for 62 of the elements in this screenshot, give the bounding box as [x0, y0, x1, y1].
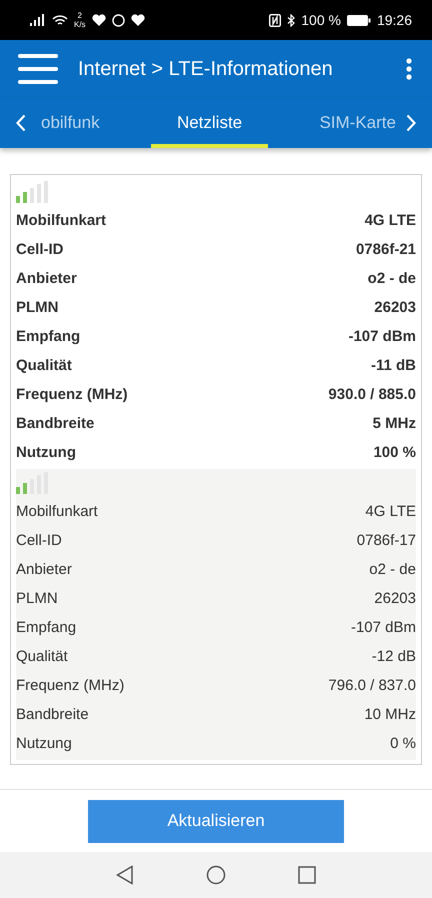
battery-icon — [346, 14, 371, 26]
field-label: Empfang — [16, 328, 80, 345]
more-options-icon[interactable] — [406, 58, 412, 80]
field-value: 4G LTE — [365, 503, 416, 520]
heart-icon — [92, 14, 106, 26]
wifi-icon — [52, 14, 68, 26]
speed-unit: K/s — [74, 20, 86, 29]
network-cell[interactable]: Mobilfunkart 4G LTE Cell-ID 0786f-17 Anbieter o2 - de PLMN 26203 Empfang -107 dBm Qualität -12 dB Frequenz (MHz) 796.0 / 837.0 Bandbreite 10 MHz Nutzung 0 % — [16, 469, 416, 760]
field-label: PLMN — [16, 299, 58, 316]
field-label: Nutzung — [16, 444, 76, 461]
field-label: Qualität — [16, 648, 68, 665]
field-value: 0786f-21 — [356, 241, 416, 258]
field-value: 5 MHz — [372, 415, 416, 432]
field-value: 100 % — [373, 444, 416, 461]
field-value: -107 dBm — [348, 328, 416, 345]
field-label: Empfang — [16, 619, 76, 636]
field-label: Frequenz (MHz) — [16, 677, 124, 694]
field-value: -107 dBm — [350, 619, 416, 636]
page-title: Internet > LTE-Informationen — [78, 58, 334, 80]
signal-strength-icon — [16, 181, 48, 203]
signal-icon — [30, 14, 46, 26]
field-value: -12 dB — [372, 648, 416, 665]
field-label: Mobilfunkart — [16, 212, 106, 229]
field-label: Bandbreite — [16, 415, 94, 432]
field-value: 796.0 / 837.0 — [328, 677, 416, 694]
clock: 19:26 — [376, 12, 412, 28]
recents-icon[interactable] — [298, 866, 316, 884]
chevron-right-icon[interactable] — [406, 114, 416, 132]
field-value: -11 dB — [370, 357, 416, 374]
field-label: PLMN — [16, 590, 58, 607]
field-value: 0 % — [390, 735, 416, 752]
field-value: o2 - de — [369, 561, 416, 578]
heart-icon — [130, 14, 145, 26]
field-label: Cell-ID — [16, 532, 62, 549]
field-value: o2 - de — [368, 270, 416, 287]
menu-icon[interactable] — [18, 54, 58, 84]
field-label: Cell-ID — [16, 241, 64, 258]
field-label: Nutzung — [16, 735, 72, 752]
home-icon[interactable] — [206, 865, 226, 885]
battery-text: 100 % — [301, 12, 341, 28]
field-label: Frequenz (MHz) — [16, 386, 128, 403]
field-value: 26203 — [374, 299, 416, 316]
field-value: 26203 — [374, 590, 416, 607]
speed-value: 2 — [78, 11, 82, 20]
field-value: 4G LTE — [364, 212, 416, 229]
bluetooth-icon — [287, 14, 296, 26]
refresh-button[interactable]: Aktualisieren — [88, 800, 344, 842]
field-label: Bandbreite — [16, 706, 89, 723]
back-icon[interactable] — [116, 865, 134, 885]
field-label: Qualität — [16, 357, 72, 374]
field-value: 930.0 / 885.0 — [328, 386, 416, 403]
field-label: Anbieter — [16, 561, 72, 578]
tab[interactable]: SIM-Karte — [293, 98, 396, 148]
tab[interactable]: obilfunk — [41, 98, 126, 148]
field-value: 0786f-17 — [356, 532, 416, 549]
tab[interactable]: Netzliste — [150, 98, 268, 148]
field-label: Anbieter — [16, 270, 77, 287]
field-label: Mobilfunkart — [16, 503, 98, 520]
chevron-left-icon[interactable] — [16, 114, 26, 132]
field-value: 10 MHz — [364, 706, 416, 723]
nfc-icon — [269, 14, 282, 26]
signal-strength-icon — [16, 472, 48, 494]
